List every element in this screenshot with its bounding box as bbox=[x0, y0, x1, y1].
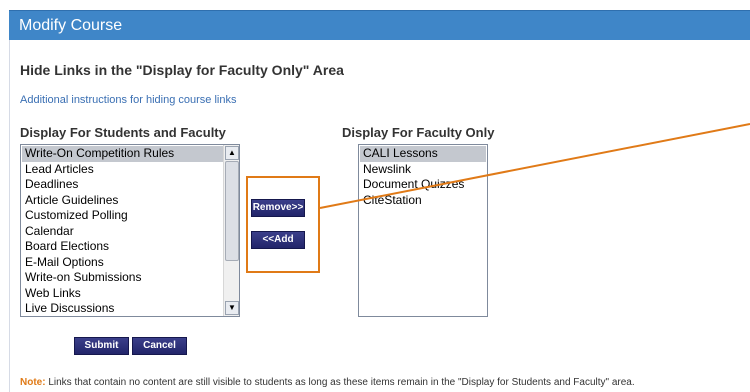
submit-button[interactable]: Submit bbox=[74, 337, 129, 355]
modify-course-page: Modify Course Hide Links in the "Display… bbox=[0, 0, 750, 392]
annotation-callout-line bbox=[319, 123, 750, 209]
note-text: Note: Links that contain no content are … bbox=[20, 377, 635, 388]
cancel-button[interactable]: Cancel bbox=[132, 337, 187, 355]
note-body: Links that contain no content are still … bbox=[45, 377, 635, 388]
note-label: Note: bbox=[20, 377, 46, 388]
